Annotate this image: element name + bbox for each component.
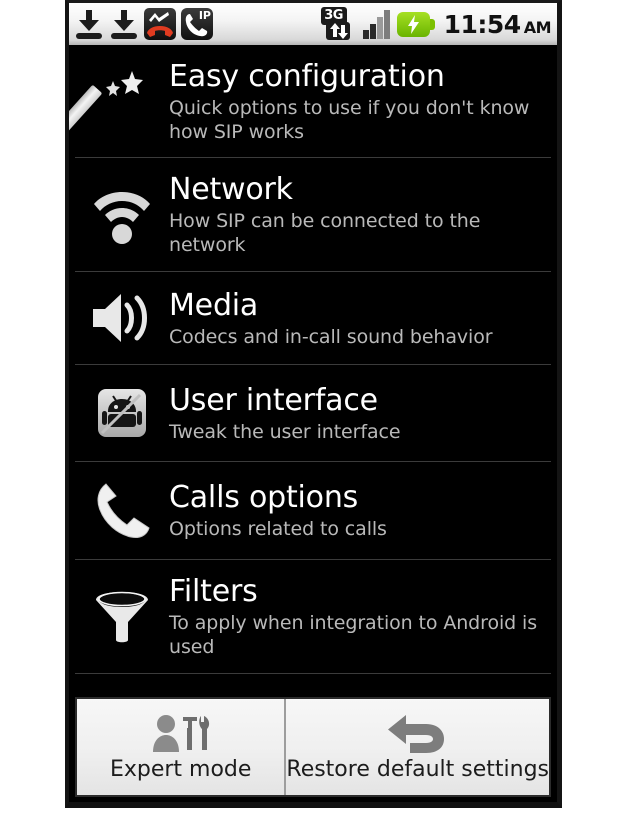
undo-arrow-icon — [386, 711, 450, 755]
list-item-media[interactable]: Media Codecs and in-call sound behavior — [69, 272, 557, 364]
ip-label: IP — [198, 9, 211, 22]
list-item-text: Calls options Options related to calls — [165, 480, 395, 541]
list-item-subtitle: Options related to calls — [169, 518, 387, 540]
list-item-filters[interactable]: Filters To apply when integration to And… — [69, 560, 557, 673]
list-item-easy-configuration[interactable]: Easy configuration Quick options to use … — [69, 45, 557, 157]
ip-call-icon: IP — [181, 8, 213, 40]
list-item-title: Network — [169, 172, 293, 207]
list-item-title: Filters — [169, 574, 258, 609]
wifi-signal-icon — [92, 184, 152, 246]
list-item-subtitle: Tweak the user interface — [169, 420, 401, 443]
person-tools-icon — [151, 711, 211, 755]
phone-handset-icon — [90, 480, 154, 542]
list-item-text: Media Codecs and in-call sound behavior — [165, 288, 500, 349]
magic-wand-icon — [69, 65, 155, 137]
restore-default-settings-label: Restore default settings — [286, 757, 549, 782]
list-item-icon — [79, 588, 165, 646]
list-item-calls-options[interactable]: Calls options Options related to calls — [69, 462, 557, 559]
list-item-text: User interface Tweak the user interface — [165, 383, 408, 444]
data-3g-icon: 3G — [320, 7, 357, 41]
list-item-user-interface[interactable]: User interface Tweak the user interface — [69, 365, 557, 461]
clock-ampm: AM — [523, 17, 552, 37]
list-item-title: Media — [169, 287, 259, 323]
list-item-subtitle: Codecs and in-call sound behavior — [169, 325, 493, 348]
status-bar-left-icons: IP — [74, 8, 213, 40]
list-item-icon — [79, 480, 165, 542]
expert-mode-button[interactable]: Expert mode — [77, 699, 285, 795]
status-bar: IP 3G 11:54 AM — [69, 3, 557, 45]
download-icon — [109, 8, 139, 40]
phone-screen: IP 3G 11:54 AM Easy configuration Quick … — [65, 0, 562, 808]
list-divider — [75, 673, 551, 674]
list-item-subtitle: How SIP can be connected to the network — [169, 210, 481, 256]
status-bar-right-icons: 3G 11:54 AM — [320, 7, 552, 41]
status-bar-clock: 11:54 AM — [443, 9, 552, 39]
signal-strength-icon — [362, 9, 392, 39]
list-item-subtitle: To apply when integration to Android is … — [169, 612, 538, 658]
list-item-text: Filters To apply when integration to And… — [165, 574, 549, 659]
list-item-title: Easy configuration — [169, 58, 445, 94]
android-robot-icon — [98, 389, 146, 437]
list-item-text: Easy configuration Quick options to use … — [165, 59, 549, 144]
clock-time: 11:54 — [443, 9, 522, 39]
battery-charging-icon — [396, 11, 435, 37]
list-item-subtitle: Quick options to use if you don't know h… — [169, 96, 530, 143]
settings-list[interactable]: Easy configuration Quick options to use … — [69, 45, 557, 677]
list-item-text: Network How SIP can be connected to the … — [165, 172, 549, 257]
list-item-icon — [69, 65, 165, 137]
list-item-icon — [79, 184, 165, 246]
expert-mode-label: Expert mode — [109, 757, 252, 782]
list-item-network[interactable]: Network How SIP can be connected to the … — [69, 158, 557, 271]
list-item-title: User interface — [169, 382, 378, 418]
funnel-filter-icon — [93, 588, 151, 646]
missed-call-icon — [144, 8, 176, 40]
bottom-action-bar: Expert mode Restore default settings — [75, 697, 551, 797]
list-item-icon — [79, 290, 165, 346]
list-item-title: Calls options — [169, 480, 359, 515]
speaker-icon — [91, 290, 153, 346]
list-item-icon — [79, 389, 165, 437]
download-icon — [74, 8, 104, 40]
restore-default-settings-button[interactable]: Restore default settings — [284, 699, 549, 795]
